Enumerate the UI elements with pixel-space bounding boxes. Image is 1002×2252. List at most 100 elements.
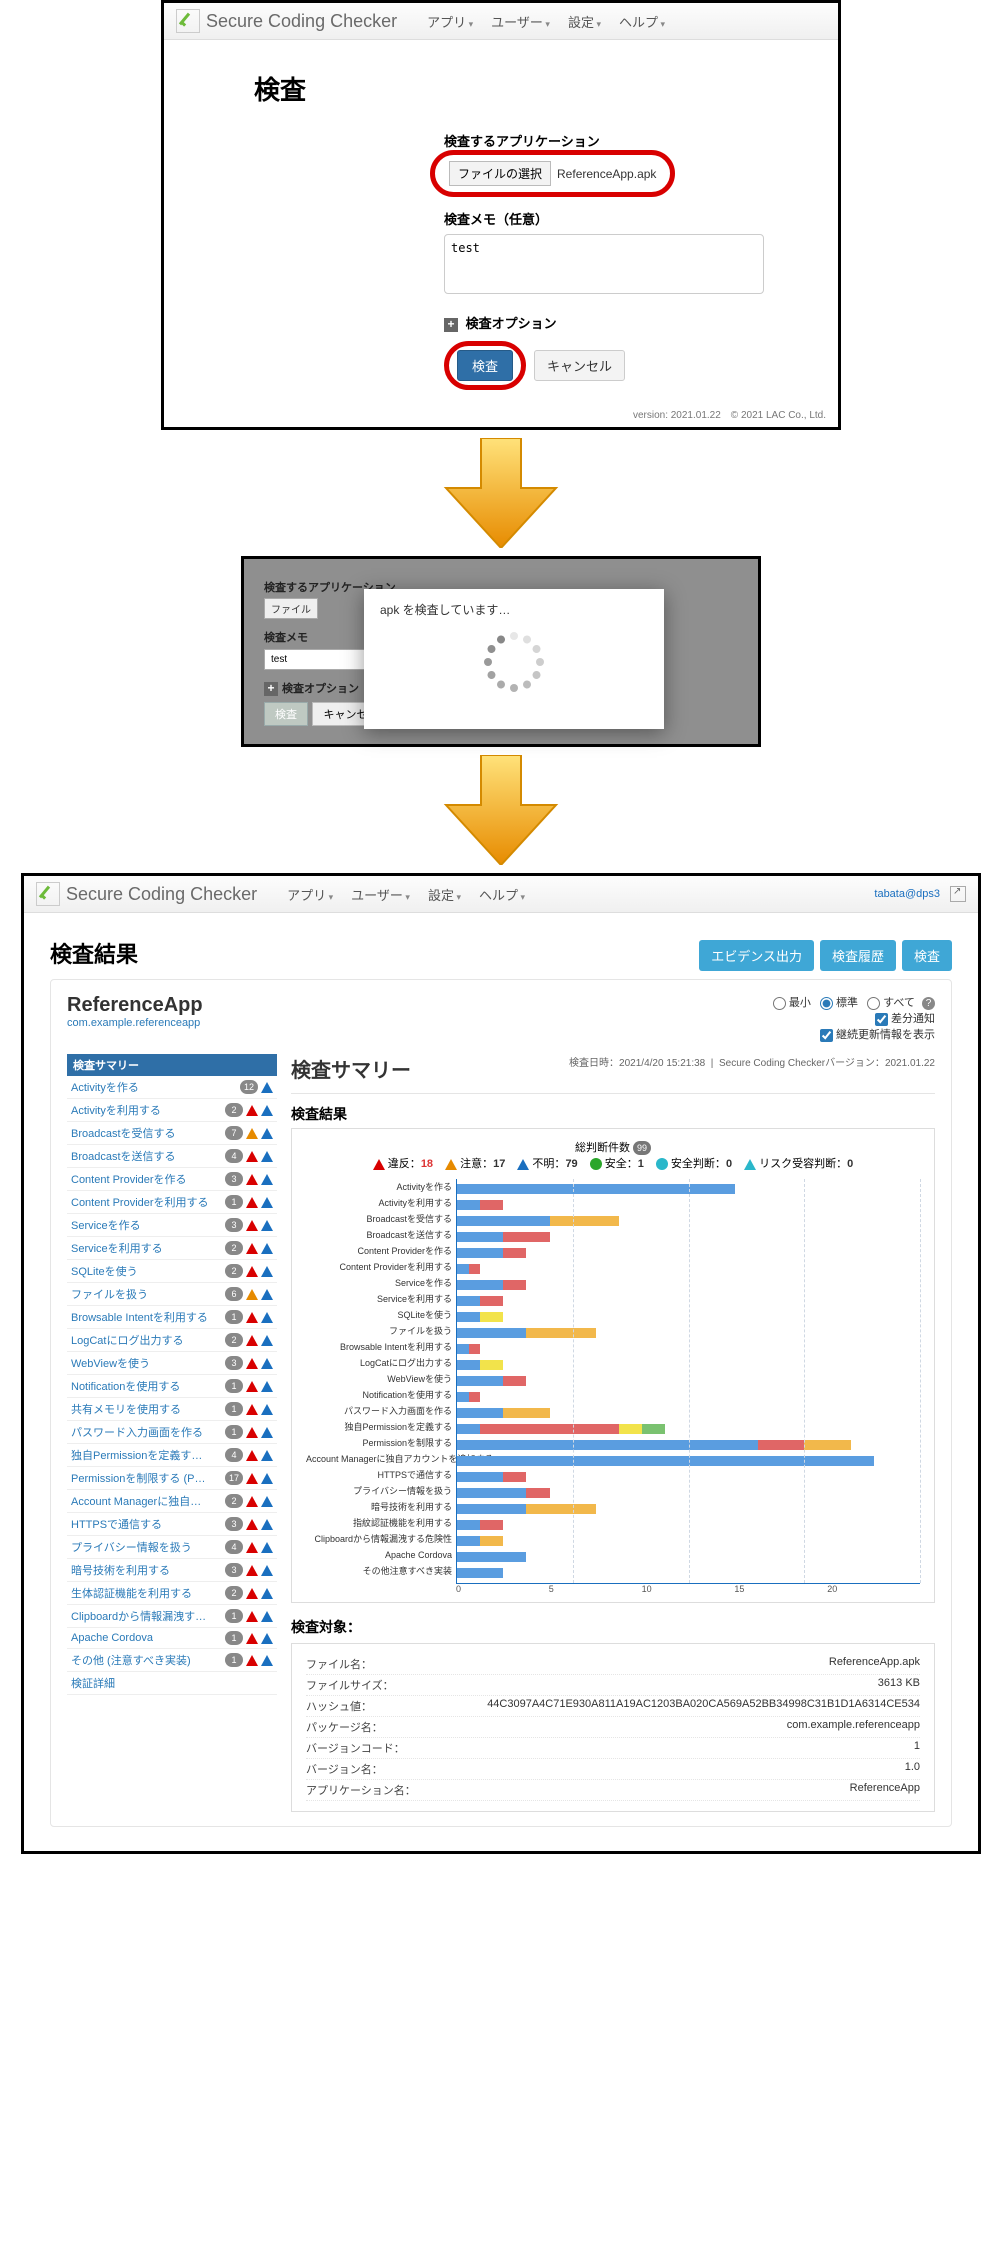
sidebar-item[interactable]: Browsable Intentを利用する1: [67, 1306, 277, 1329]
blue-triangle-icon: [261, 1633, 273, 1644]
sidebar-item[interactable]: LogCatにログ出力する2: [67, 1329, 277, 1352]
help-icon[interactable]: ?: [922, 997, 935, 1010]
selected-file: ReferenceApp.apk: [557, 167, 656, 181]
sidebar-item[interactable]: WebViewを使う3: [67, 1352, 277, 1375]
blue-triangle-icon: [261, 1220, 273, 1231]
popout-icon[interactable]: [950, 886, 966, 902]
sidebar-item[interactable]: Apache Cordova1: [67, 1628, 277, 1649]
sidebar-item[interactable]: Content Providerを利用する1: [67, 1191, 277, 1214]
navbar-results: Secure Coding Checker アプリ ユーザー 設定 ヘルプ ta…: [24, 876, 978, 913]
sidebar-item[interactable]: プライバシー情報を扱う4: [67, 1536, 277, 1559]
blue-triangle-icon: [261, 1381, 273, 1392]
summary-heading: 検査サマリー: [291, 1060, 411, 1082]
label-target-app: 検査するアプリケーション: [444, 131, 764, 150]
sidebar-item[interactable]: 独自Permissionを定義する (Permissionと Protectio…: [67, 1444, 277, 1467]
red-triangle-icon: [246, 1105, 258, 1116]
chart-box: 総判断件数 99 違反：18 注意：17 不明：79 安全：1 安全判断：0 リ…: [291, 1128, 935, 1603]
radio-all[interactable]: すべて: [867, 997, 915, 1009]
results-card: ReferenceApp com.example.referenceapp 最小…: [50, 979, 952, 1827]
nav-app[interactable]: アプリ: [427, 12, 473, 31]
red-triangle-icon: [246, 1266, 258, 1277]
sidebar-item[interactable]: Serviceを利用する2: [67, 1237, 277, 1260]
cancel-button[interactable]: キャンセル: [534, 350, 625, 381]
flow-arrow-1: [0, 438, 1002, 548]
inspect-button[interactable]: 検査: [902, 940, 952, 971]
red-triangle-icon: [246, 1542, 258, 1553]
red-triangle-icon: [246, 1220, 258, 1231]
evidence-button[interactable]: エビデンス出力: [699, 940, 814, 971]
blue-triangle-icon: [261, 1565, 273, 1576]
panel-results: Secure Coding Checker アプリ ユーザー 設定 ヘルプ ta…: [21, 873, 981, 1854]
radio-min[interactable]: 最小: [773, 997, 811, 1009]
target-row: ファイル名：ReferenceApp.apk: [306, 1654, 920, 1675]
sidebar-item[interactable]: 暗号技術を利用する3: [67, 1559, 277, 1582]
blue-triangle-icon: [261, 1128, 273, 1139]
logo-icon: [36, 882, 60, 906]
highlight-submit: 検査: [444, 341, 526, 390]
red-triangle-icon: [246, 1519, 258, 1530]
navbar: Secure Coding Checker アプリ ユーザー 設定 ヘルプ: [164, 3, 838, 40]
nav-settings[interactable]: 設定: [428, 885, 461, 904]
target-row: アプリケーション名：ReferenceApp: [306, 1780, 920, 1801]
sidebar-detail-link[interactable]: 検証詳細: [67, 1672, 277, 1695]
brand: Secure Coding Checker: [66, 884, 257, 905]
sidebar-item[interactable]: Content Providerを作る3: [67, 1168, 277, 1191]
main-area: 検査サマリー 検査日時：2021/4/20 15:21:38 | Secure …: [291, 1054, 935, 1812]
flow-arrow-2: [0, 755, 1002, 865]
package-name[interactable]: com.example.referenceapp: [67, 1017, 203, 1029]
blue-triangle-icon: [261, 1243, 273, 1254]
nav-user[interactable]: ユーザー: [351, 885, 410, 904]
sidebar: 検査サマリー Activityを作る12Activityを利用する2Broadc…: [67, 1054, 277, 1812]
sidebar-item[interactable]: Activityを利用する2: [67, 1099, 277, 1122]
sidebar-item[interactable]: 生体認証機能を利用する2: [67, 1582, 277, 1605]
blue-triangle-icon: [261, 1427, 273, 1438]
blue-triangle-icon: [261, 1105, 273, 1116]
result-subheading: 検査結果: [291, 1104, 935, 1124]
sidebar-item[interactable]: Broadcastを受信する7: [67, 1122, 277, 1145]
logo-icon: [176, 9, 200, 33]
blue-triangle-icon: [261, 1542, 273, 1553]
blue-triangle-icon: [261, 1519, 273, 1530]
nav-settings[interactable]: 設定: [568, 12, 601, 31]
red-triangle-icon: [246, 1611, 258, 1622]
sidebar-item[interactable]: パスワード入力画面を作る1: [67, 1421, 277, 1444]
sidebar-item[interactable]: ファイルを扱う6: [67, 1283, 277, 1306]
sidebar-item[interactable]: HTTPSで通信する3: [67, 1513, 277, 1536]
blue-triangle-icon: [261, 1588, 273, 1599]
nav-help[interactable]: ヘルプ: [479, 885, 525, 904]
red-triangle-icon: [246, 1151, 258, 1162]
sidebar-item[interactable]: Activityを作る12: [67, 1076, 277, 1099]
blue-triangle-icon: [261, 1496, 273, 1507]
spinner-icon: [484, 632, 544, 692]
nav-app[interactable]: アプリ: [287, 885, 333, 904]
user-link[interactable]: tabata@dps3: [874, 888, 940, 900]
red-triangle-icon: [246, 1335, 258, 1346]
nav-help[interactable]: ヘルプ: [619, 12, 665, 31]
sidebar-item[interactable]: 共有メモリを使用する1: [67, 1398, 277, 1421]
bg-expand-icon: +: [264, 682, 278, 696]
chk-update[interactable]: 継続更新情報を表示: [820, 1029, 935, 1041]
submit-button[interactable]: 検査: [457, 350, 513, 381]
memo-textarea[interactable]: test: [444, 234, 764, 294]
blue-triangle-icon: [261, 1266, 273, 1277]
footer: version: 2021.01.22 © 2021 LAC Co., Ltd.: [164, 400, 838, 427]
blue-triangle-icon: [261, 1473, 273, 1484]
sidebar-item[interactable]: Broadcastを送信する4: [67, 1145, 277, 1168]
radio-std[interactable]: 標準: [820, 997, 858, 1009]
sidebar-item[interactable]: Clipboardから情報漏洩する危険性1: [67, 1605, 277, 1628]
sidebar-item[interactable]: Notificationを使用する1: [67, 1375, 277, 1398]
sidebar-item[interactable]: その他 (注意すべき実装)1: [67, 1649, 277, 1672]
sidebar-header: 検査サマリー: [67, 1054, 277, 1076]
chk-diff[interactable]: 差分通知: [875, 1013, 935, 1025]
nav-user[interactable]: ユーザー: [491, 12, 550, 31]
expand-icon[interactable]: +: [444, 318, 458, 332]
page-title: 検査: [254, 70, 838, 107]
history-button[interactable]: 検査履歴: [820, 940, 896, 971]
blue-triangle-icon: [261, 1312, 273, 1323]
sidebar-item[interactable]: Serviceを作る3: [67, 1214, 277, 1237]
sidebar-item[interactable]: Permissionを制限する (Permissionと Protection …: [67, 1467, 277, 1490]
sidebar-item[interactable]: SQLiteを使う2: [67, 1260, 277, 1283]
file-select-button[interactable]: ファイルの選択: [449, 161, 551, 186]
target-row: ファイルサイズ：3613 KB: [306, 1675, 920, 1696]
sidebar-item[interactable]: Account Managerに独自アカウントを追加する2: [67, 1490, 277, 1513]
